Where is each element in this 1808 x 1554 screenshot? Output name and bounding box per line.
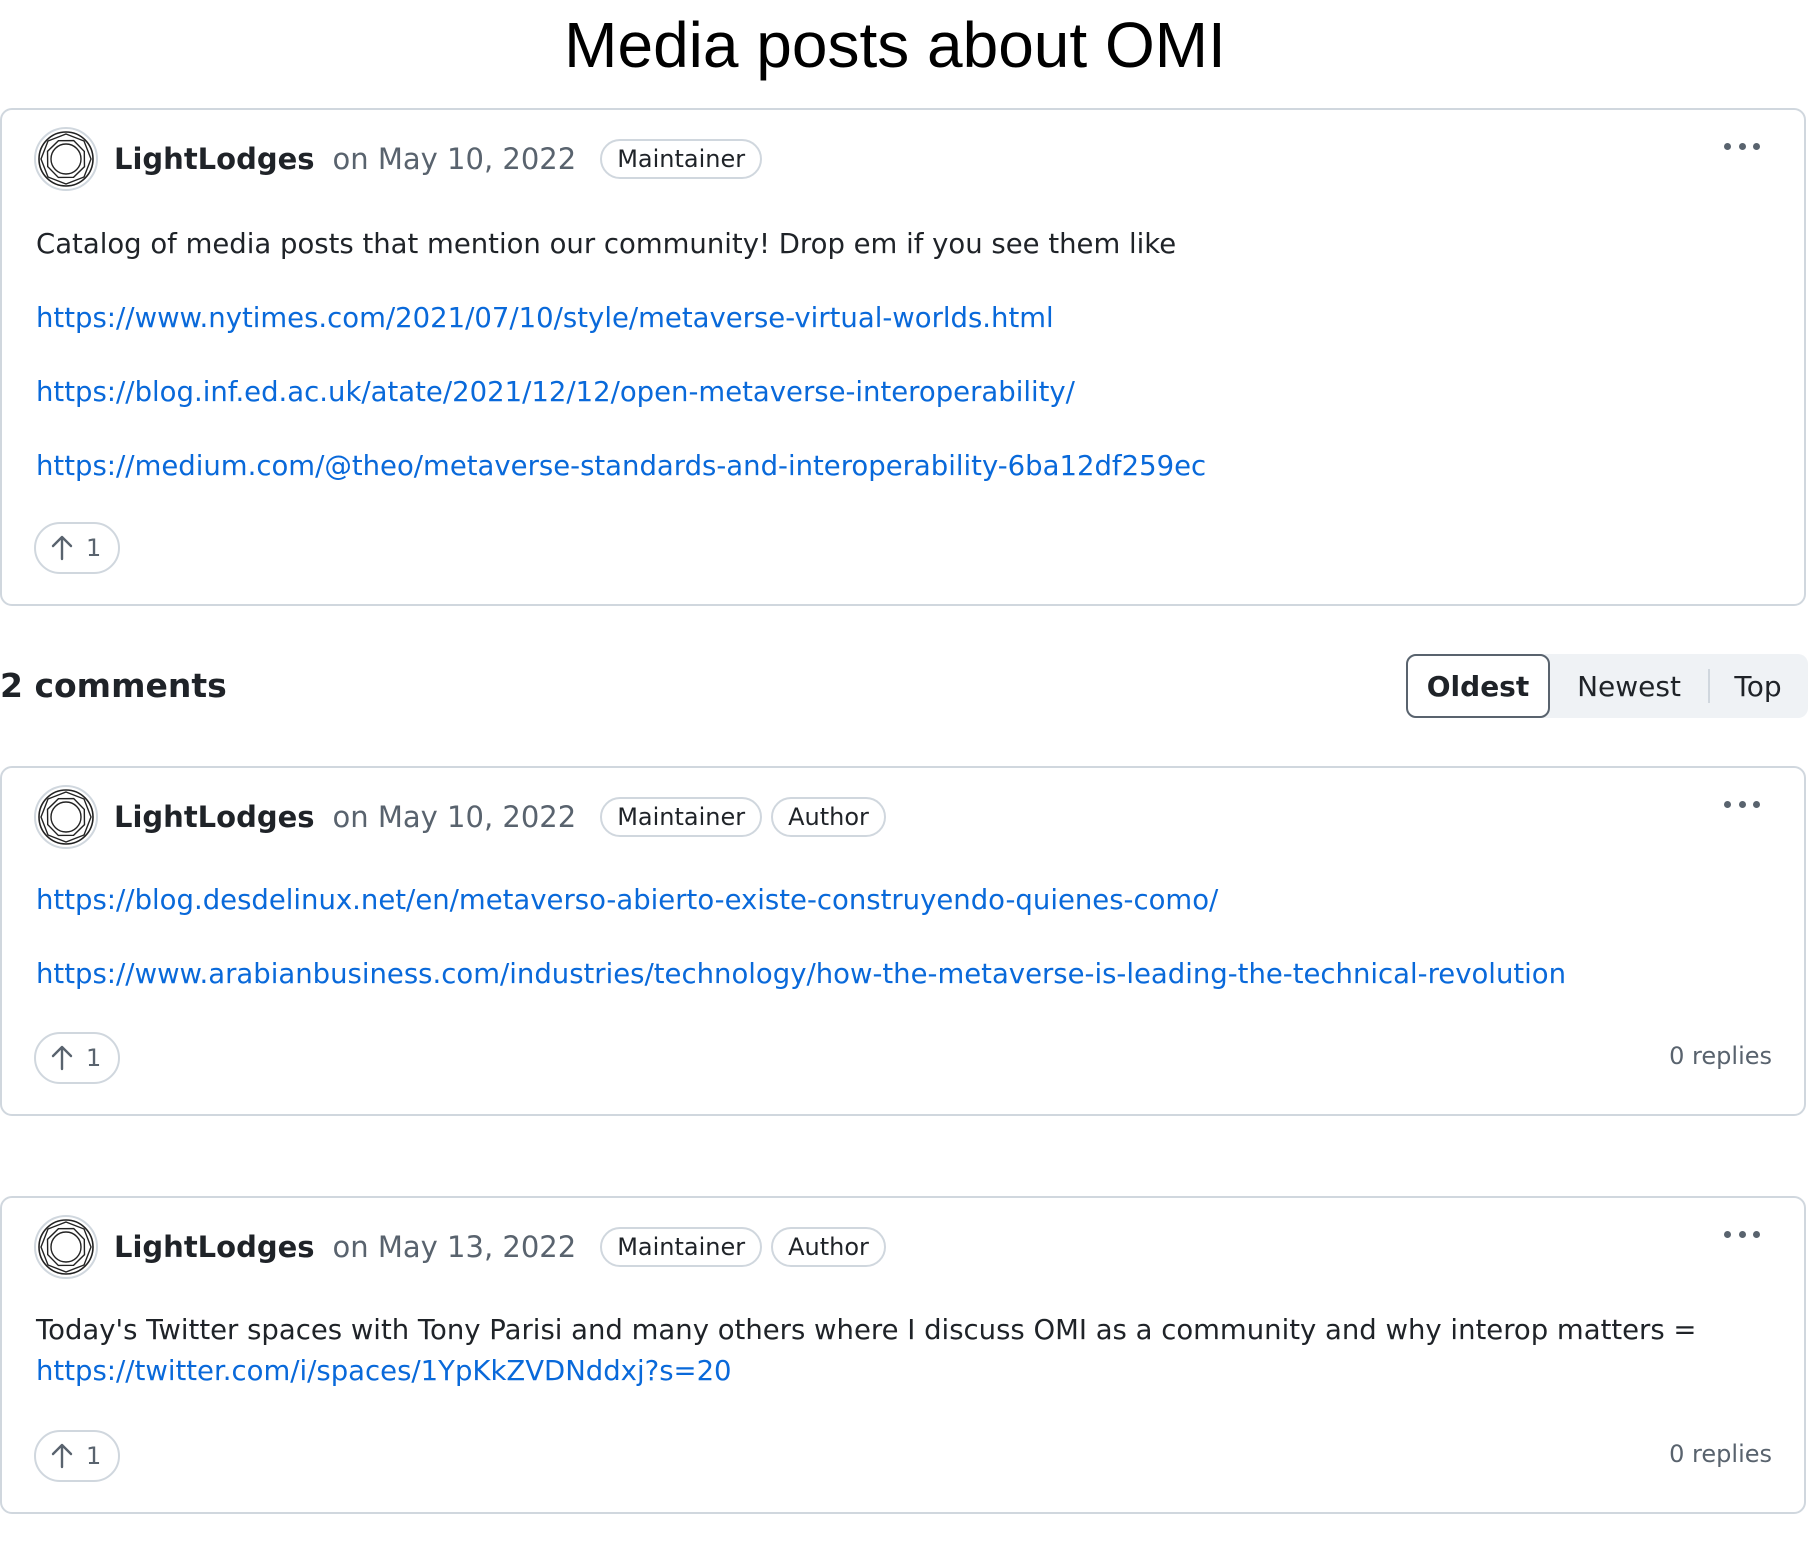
avatar[interactable] [34, 785, 98, 849]
upvote-button[interactable]: 1 [34, 522, 120, 574]
comment: LightLodges on May 10, 2022 Maintainer A… [0, 766, 1806, 1116]
avatar[interactable] [34, 1215, 98, 1279]
post-link[interactable]: https://medium.com/@theo/metaverse-stand… [36, 446, 1764, 487]
comment-body: Today's Twitter spaces with Tony Parisi … [36, 1310, 1764, 1392]
arrow-up-icon [51, 1443, 73, 1469]
upvote-button[interactable]: 1 [34, 1430, 120, 1482]
comment: LightLodges on May 13, 2022 Maintainer A… [0, 1196, 1806, 1514]
comment-link[interactable]: https://www.arabianbusiness.com/industri… [36, 954, 1764, 995]
post-link[interactable]: https://www.nytimes.com/2021/07/10/style… [36, 298, 1764, 339]
comment-header: LightLodges on May 13, 2022 Maintainer A… [34, 1212, 895, 1282]
post-date[interactable]: on May 10, 2022 [333, 142, 577, 176]
comment-sort-toggle: Oldest Newest Top [1406, 654, 1808, 718]
kebab-horizontal-icon[interactable] [1724, 798, 1760, 810]
octagon-logo-avatar-icon [38, 131, 94, 187]
upvote-button[interactable]: 1 [34, 1032, 120, 1084]
arrow-up-icon [51, 1045, 73, 1071]
author-badge: Author [771, 1227, 886, 1267]
upvote-count: 1 [86, 534, 102, 562]
comment-date[interactable]: on May 10, 2022 [333, 800, 577, 834]
replies-count[interactable]: 0 replies [1669, 1440, 1772, 1468]
comment-link[interactable]: https://blog.desdelinux.net/en/metaverso… [36, 880, 1764, 921]
post-header: LightLodges on May 10, 2022 Maintainer [34, 124, 771, 194]
discussion-post: LightLodges on May 10, 2022 Maintainer C… [0, 108, 1806, 606]
comment-body: https://blog.desdelinux.net/en/metaverso… [36, 880, 1764, 995]
author-badge: Author [771, 797, 886, 837]
comment-link[interactable]: https://twitter.com/i/spaces/1YpKkZVDNdd… [36, 1351, 1764, 1392]
comment-date[interactable]: on May 13, 2022 [333, 1230, 577, 1264]
comment-header: LightLodges on May 10, 2022 Maintainer A… [34, 782, 895, 852]
kebab-horizontal-icon[interactable] [1724, 140, 1760, 152]
comment-text: Today's Twitter spaces with Tony Parisi … [36, 1314, 1697, 1346]
author-name[interactable]: LightLodges [114, 1230, 315, 1264]
arrow-up-icon [51, 535, 73, 561]
maintainer-badge: Maintainer [600, 797, 763, 837]
comments-count: 2 comments [0, 666, 227, 705]
author-name[interactable]: LightLodges [114, 142, 315, 176]
maintainer-badge: Maintainer [600, 139, 763, 179]
upvote-count: 1 [86, 1044, 102, 1072]
avatar[interactable] [34, 127, 98, 191]
replies-count[interactable]: 0 replies [1669, 1042, 1772, 1070]
post-text: Catalog of media posts that mention our … [36, 228, 1177, 260]
kebab-horizontal-icon[interactable] [1724, 1228, 1760, 1240]
author-name[interactable]: LightLodges [114, 800, 315, 834]
sort-newest-button[interactable]: Newest [1550, 654, 1708, 718]
sort-oldest-button[interactable]: Oldest [1406, 654, 1550, 718]
post-link[interactable]: https://blog.inf.ed.ac.uk/atate/2021/12/… [36, 372, 1764, 413]
page-title: Media posts about OMI [564, 9, 1226, 81]
octagon-logo-avatar-icon [38, 789, 94, 845]
upvote-count: 1 [86, 1442, 102, 1470]
sort-top-button[interactable]: Top [1710, 654, 1806, 718]
post-body: Catalog of media posts that mention our … [36, 224, 1764, 487]
maintainer-badge: Maintainer [600, 1227, 763, 1267]
octagon-logo-avatar-icon [38, 1219, 94, 1275]
